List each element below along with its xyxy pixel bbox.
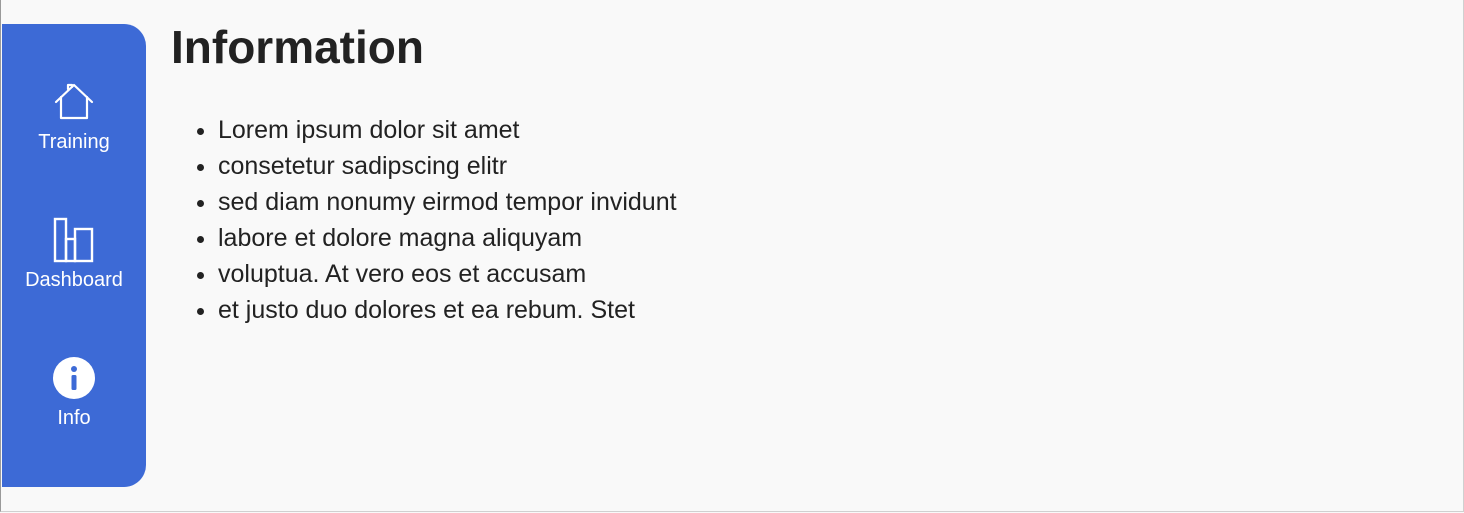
sidebar-item-training[interactable]: Training — [2, 78, 146, 154]
sidebar-item-info[interactable]: Info — [2, 354, 146, 430]
home-icon — [50, 78, 98, 126]
sidebar-item-label: Training — [38, 131, 110, 153]
list-item: Lorem ipsum dolor sit amet — [218, 112, 1441, 148]
sidebar-item-label: Dashboard — [25, 269, 123, 291]
list-item: labore et dolore magna aliquyam — [218, 220, 1441, 256]
sidebar: Training Dashboard Info — [2, 24, 146, 487]
bar-chart-icon — [50, 216, 98, 264]
list-item: consetetur sadipscing elitr — [218, 148, 1441, 184]
list-item: voluptua. At vero eos et accusam — [218, 256, 1441, 292]
list-item: et justo duo dolores et ea rebum. Stet — [218, 292, 1441, 328]
sidebar-item-label: Info — [57, 407, 91, 429]
main-content: Information Lorem ipsum dolor sit amet c… — [171, 18, 1441, 328]
app-window: Training Dashboard Info Information • Lo… — [0, 0, 1464, 512]
page-title: Information — [171, 21, 424, 73]
list-item: sed diam nonumy eirmod tempor invidunt — [218, 184, 1441, 220]
info-icon — [50, 354, 98, 402]
bullet-list: Lorem ipsum dolor sit amet consetetur sa… — [171, 112, 1441, 328]
sidebar-item-dashboard[interactable]: Dashboard — [2, 216, 146, 292]
